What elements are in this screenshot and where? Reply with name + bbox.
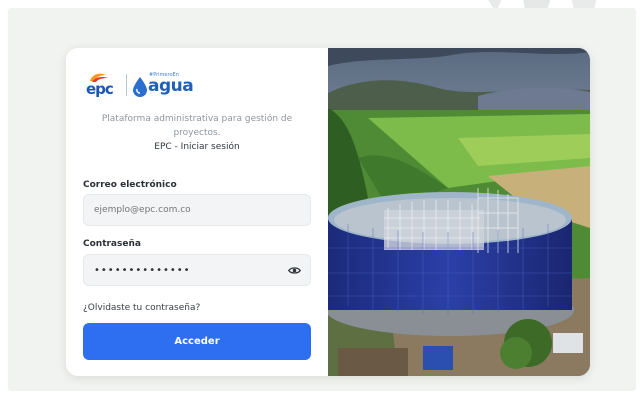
login-form-panel: epc #PrimeroEn agua Plataforma administr…: [66, 48, 328, 376]
forgot-password-link[interactable]: ¿Olvidaste tu contraseña?: [83, 303, 200, 313]
water-tank-illustration: [328, 48, 590, 376]
logo-divider: [126, 74, 127, 96]
password-field[interactable]: [83, 254, 311, 286]
password-label: Contraseña: [83, 239, 141, 249]
agua-logo-text: agua: [148, 76, 194, 96]
show-password-button[interactable]: [286, 262, 302, 278]
platform-subtitle: Plataforma administrativa para gestión d…: [101, 114, 293, 138]
login-submit-button[interactable]: Acceder: [83, 323, 311, 360]
login-title: EPC - Iniciar sesión: [154, 142, 240, 152]
epc-logo: epc: [86, 71, 122, 99]
email-label: Correo electrónico: [83, 180, 177, 190]
water-drop-icon: [133, 77, 147, 97]
epc-logo-text: epc: [86, 80, 114, 98]
email-field[interactable]: [83, 194, 311, 226]
eye-icon: [287, 266, 301, 274]
primero-en-agua-logo: #PrimeroEn agua: [132, 71, 194, 99]
login-card: epc #PrimeroEn agua Plataforma administr…: [66, 48, 590, 376]
water-tank-photo: [328, 48, 590, 376]
brand-logo: epc #PrimeroEn agua: [86, 70, 194, 100]
